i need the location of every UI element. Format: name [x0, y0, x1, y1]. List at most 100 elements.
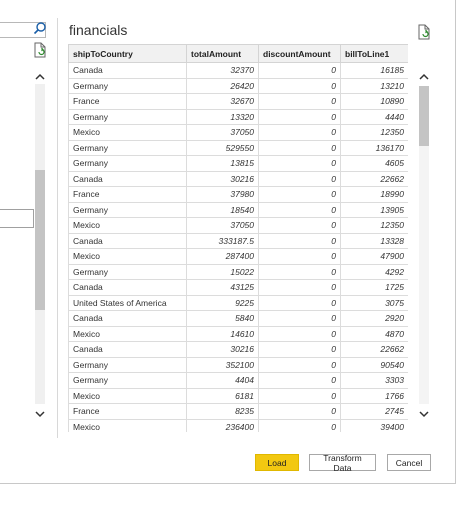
table-cell: 16185	[340, 62, 408, 79]
table-cell: 529550	[186, 139, 259, 156]
navigator-dialog: financials shipToCountry totalAmount dis…	[0, 0, 456, 484]
table-row: Germany 13320 0 4440	[68, 108, 408, 125]
table-cell: 30216	[186, 170, 259, 187]
load-button[interactable]: Load	[255, 454, 299, 471]
refresh-icon[interactable]	[417, 24, 431, 40]
column-header[interactable]: billToLine1	[340, 44, 408, 63]
table-cell: 4870	[340, 325, 408, 342]
table-cell: 47900	[340, 248, 408, 265]
table-cell: Germany	[68, 356, 187, 373]
table-cell: 0	[258, 108, 341, 125]
table-cell: 4605	[340, 155, 408, 172]
table-cell: 14610	[186, 325, 259, 342]
table-cell: 0	[258, 124, 341, 141]
table-row: France 37980 0 18990	[68, 186, 408, 203]
navigator-selected-item[interactable]	[0, 209, 34, 228]
table-row: Germany 15022 0 4292	[68, 263, 408, 280]
table-cell: 0	[258, 139, 341, 156]
table-cell: 0	[258, 356, 341, 373]
table-cell: 136170	[340, 139, 408, 156]
cancel-button[interactable]: Cancel	[387, 454, 431, 471]
table-cell: 18990	[340, 186, 408, 203]
table-cell: 0	[258, 372, 341, 389]
chevron-up-icon[interactable]	[417, 70, 431, 84]
search-icon[interactable]	[33, 21, 47, 37]
table-cell: 13815	[186, 155, 259, 172]
table-cell: 0	[258, 341, 341, 358]
table-row: Mexico 14610 0 4870	[68, 325, 408, 342]
table-row: Germany 352100 0 90540	[68, 356, 408, 373]
table-cell: 90540	[340, 356, 408, 373]
table-cell: 3075	[340, 294, 408, 311]
preview-table: shipToCountry totalAmount discountAmount…	[68, 44, 408, 432]
table-cell: 0	[258, 387, 341, 404]
table-cell: 4404	[186, 372, 259, 389]
table-cell: United States of America	[68, 294, 187, 311]
table-cell: Mexico	[68, 325, 187, 342]
table-cell: Mexico	[68, 124, 187, 141]
table-cell: 0	[258, 418, 341, 432]
table-cell: 0	[258, 186, 341, 203]
chevron-down-icon[interactable]	[33, 407, 47, 421]
table-cell: Canada	[68, 341, 187, 358]
table-row: United States of America 9225 0 3075	[68, 294, 408, 311]
table-row: Germany 529550 0 136170	[68, 139, 408, 156]
table-row: Germany 26420 0 13210	[68, 77, 408, 94]
table-cell: 22662	[340, 170, 408, 187]
table-header-row: shipToCountry totalAmount discountAmount…	[68, 44, 408, 63]
table-cell: 0	[258, 294, 341, 311]
table-row: France 32670 0 10890	[68, 93, 408, 110]
column-header[interactable]: shipToCountry	[68, 44, 187, 63]
table-cell: 5840	[186, 310, 259, 327]
table-cell: 4292	[340, 263, 408, 280]
table-cell: 32670	[186, 93, 259, 110]
table-cell: 2920	[340, 310, 408, 327]
refresh-icon[interactable]	[33, 42, 47, 58]
preview-title: financials	[69, 22, 128, 38]
table-cell: 0	[258, 279, 341, 296]
table-cell: Germany	[68, 201, 187, 218]
chevron-down-icon[interactable]	[417, 407, 431, 421]
table-cell: 22662	[340, 341, 408, 358]
table-cell: 1725	[340, 279, 408, 296]
table-cell: 0	[258, 403, 341, 420]
table-row: Canada 32370 0 16185	[68, 62, 408, 79]
table-cell: 9225	[186, 294, 259, 311]
table-cell: 13328	[340, 232, 408, 249]
table-cell: 37050	[186, 124, 259, 141]
table-cell: 12350	[340, 217, 408, 234]
table-row: Mexico 37050 0 12350	[68, 217, 408, 234]
table-cell: Mexico	[68, 387, 187, 404]
table-cell: 0	[258, 325, 341, 342]
table-cell: 0	[258, 310, 341, 327]
table-cell: 352100	[186, 356, 259, 373]
table-cell: France	[68, 186, 187, 203]
table-row: Canada 5840 0 2920	[68, 310, 408, 327]
column-header[interactable]: discountAmount	[258, 44, 341, 63]
table-cell: 0	[258, 77, 341, 94]
table-cell: 0	[258, 248, 341, 265]
table-cell: 30216	[186, 341, 259, 358]
left-scrollbar-thumb[interactable]	[35, 170, 45, 310]
table-cell: Germany	[68, 139, 187, 156]
table-row: Mexico 6181 0 1766	[68, 387, 408, 404]
table-row: Germany 4404 0 3303	[68, 372, 408, 389]
table-cell: 0	[258, 201, 341, 218]
table-row: Canada 333187.5 0 13328	[68, 232, 408, 249]
pane-divider	[57, 18, 58, 438]
table-row: Canada 43125 0 1725	[68, 279, 408, 296]
table-cell: France	[68, 403, 187, 420]
table-cell: 1766	[340, 387, 408, 404]
table-row: Mexico 236400 0 39400	[68, 418, 408, 432]
table-cell: Mexico	[68, 217, 187, 234]
table-cell: 18540	[186, 201, 259, 218]
table-cell: 287400	[186, 248, 259, 265]
table-cell: France	[68, 93, 187, 110]
column-header[interactable]: totalAmount	[186, 44, 259, 63]
transform-data-button[interactable]: Transform Data	[309, 453, 376, 473]
chevron-up-icon[interactable]	[33, 70, 47, 84]
table-cell: 12350	[340, 124, 408, 141]
table-cell: Germany	[68, 77, 187, 94]
table-cell: 32370	[186, 62, 259, 79]
right-scrollbar-thumb[interactable]	[419, 86, 429, 146]
